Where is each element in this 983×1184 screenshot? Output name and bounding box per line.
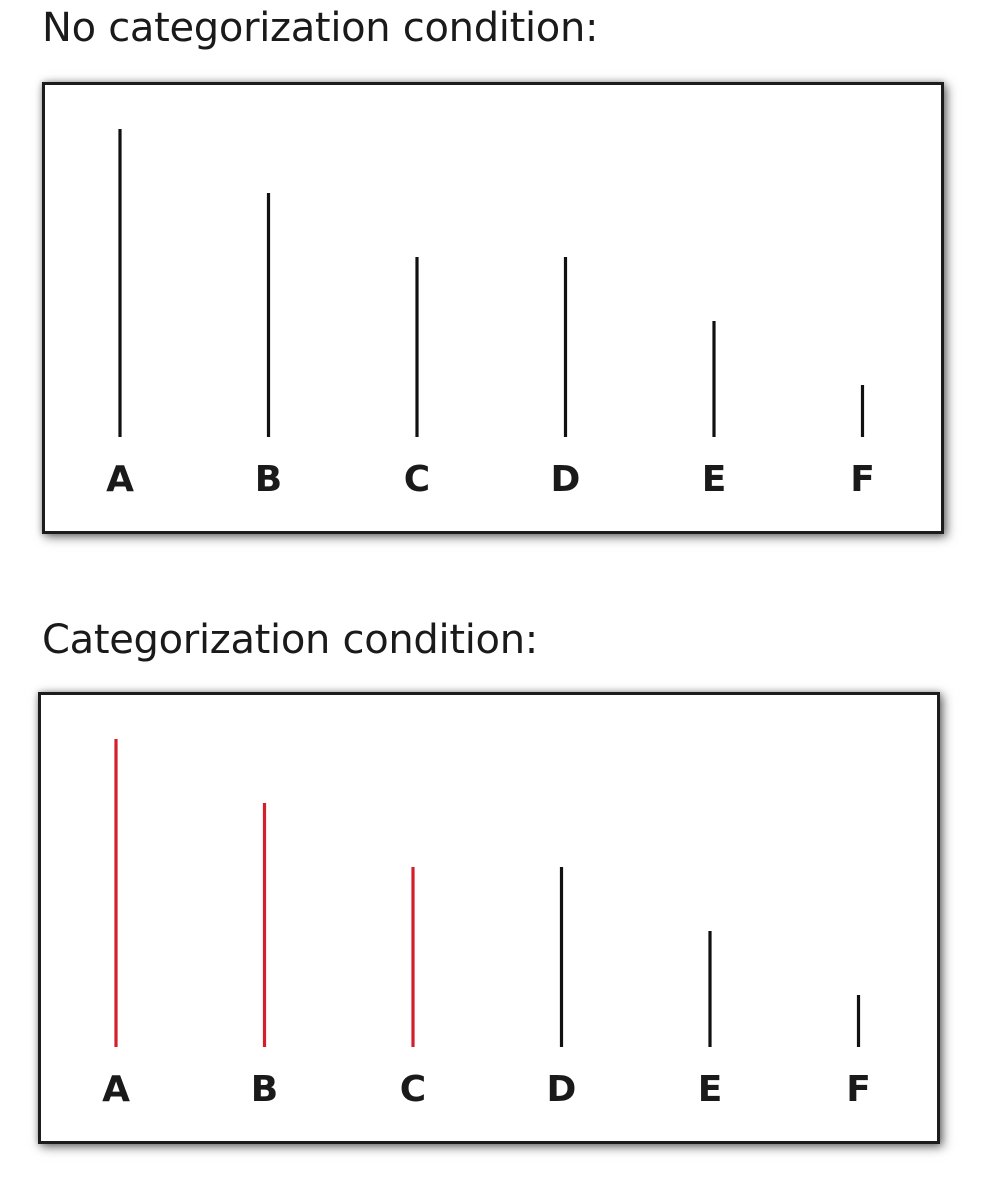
lines-figure-no-categorization: A B C D E F (106, 129, 875, 500)
line-label-d-no-categorization: D (551, 459, 581, 500)
line-label-f-no-categorization: F (850, 459, 875, 500)
line-label-a-categorization: A (102, 1069, 130, 1110)
line-label-d-categorization: D (547, 1069, 577, 1110)
line-label-f-categorization: F (846, 1069, 871, 1110)
line-panel-categorization: A B C D E F (38, 692, 940, 1144)
line-label-a-no-categorization: A (106, 459, 134, 500)
line-label-b-no-categorization: B (255, 459, 282, 500)
panel-title-categorization: Categorization condition: (42, 617, 538, 663)
lines-figure-categorization: A B C D E F (102, 739, 871, 1110)
line-panel-no-categorization: A B C D E F (42, 82, 944, 534)
line-label-e-categorization: E (698, 1069, 723, 1110)
line-label-b-categorization: B (251, 1069, 278, 1110)
line-label-c-no-categorization: C (404, 459, 430, 500)
line-label-c-categorization: C (400, 1069, 426, 1110)
panel-title-no-categorization: No categorization condition: (42, 5, 599, 51)
line-label-e-no-categorization: E (702, 459, 727, 500)
